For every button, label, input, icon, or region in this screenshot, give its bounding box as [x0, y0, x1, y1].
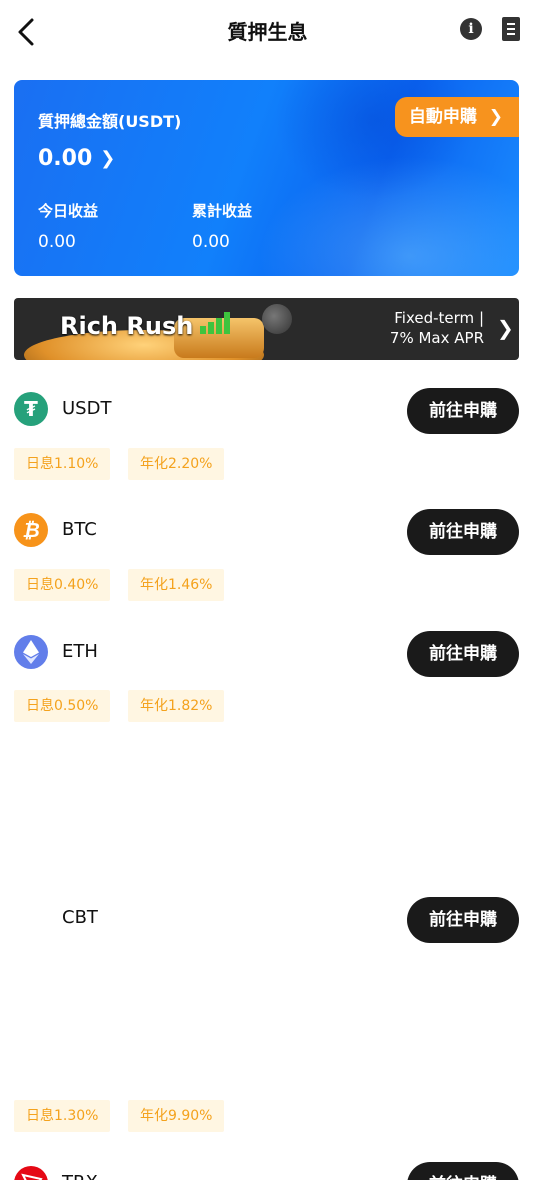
banner-title: Rich Rush — [60, 312, 194, 340]
subscribe-button-btc[interactable]: 前往申購 — [407, 509, 519, 555]
ethereum-icon — [14, 635, 48, 669]
subscribe-button-trx[interactable]: 前往申購 — [407, 1162, 519, 1180]
coin-row-cbt: CBT 前往申購 — [0, 897, 535, 943]
tether-icon: ₮ — [14, 392, 48, 426]
chart-bars-icon — [200, 312, 230, 334]
coin-row-btc: ₿ BTC 前往申購 — [0, 509, 535, 555]
chevron-right-icon: ❯ — [100, 148, 116, 169]
annual-rate-badge: 年化9.90% — [128, 1100, 225, 1132]
coin-row-eth: ETH 前往申購 — [0, 631, 535, 677]
coin-icon — [262, 304, 292, 334]
total-staked-link[interactable]: 0.00 ❯ — [38, 146, 115, 171]
banner-description: Fixed-term | 7% Max APR — [389, 309, 484, 347]
today-earnings-label: 今日收益 — [38, 202, 99, 220]
chevron-right-icon: ❯ — [488, 107, 503, 127]
daily-rate-badge: 日息1.30% — [14, 1100, 111, 1132]
auto-subscribe-button[interactable]: 自動申購 ❯ — [394, 97, 519, 137]
page-title: 質押生息 — [227, 20, 308, 44]
coin-name: CBT — [62, 907, 98, 928]
total-staked-label: 質押總金額(USDT) — [38, 112, 182, 131]
chevron-right-icon: ❯ — [497, 316, 514, 340]
info-icon[interactable]: i — [460, 18, 482, 40]
subscribe-button-usdt[interactable]: 前往申購 — [407, 388, 519, 434]
coin-name: ETH — [62, 641, 98, 662]
annual-rate-badge: 年化2.20% — [128, 448, 225, 480]
daily-rate-badge: 日息0.40% — [14, 569, 111, 601]
annual-rate-badge: 年化1.82% — [128, 690, 225, 722]
coin-name: USDT — [62, 398, 112, 419]
coin-row-usdt: ₮ USDT 前往申購 — [0, 388, 535, 434]
rich-rush-banner[interactable]: Rich Rush Fixed-term | 7% Max APR ❯ — [14, 298, 519, 360]
staking-summary-card: 質押總金額(USDT) 0.00 ❯ 自動申購 ❯ 今日收益 0.00 累計收益… — [14, 80, 519, 276]
subscribe-button-eth[interactable]: 前往申購 — [407, 631, 519, 677]
top-bar: 質押生息 i — [0, 0, 535, 64]
coin-row-trx: TRX 前往申購 — [0, 1162, 535, 1180]
daily-rate-badge: 日息1.10% — [14, 448, 111, 480]
records-icon[interactable] — [502, 17, 520, 41]
subscribe-button-cbt[interactable]: 前往申購 — [407, 897, 519, 943]
today-earnings-value: 0.00 — [38, 232, 76, 252]
daily-rate-badge: 日息0.50% — [14, 690, 111, 722]
annual-rate-badge: 年化1.46% — [128, 569, 225, 601]
total-staked-value: 0.00 — [38, 146, 93, 171]
coin-name: TRX — [62, 1172, 98, 1180]
tron-icon — [14, 1166, 48, 1180]
coin-name: BTC — [62, 519, 97, 540]
bitcoin-icon: ₿ — [14, 513, 48, 547]
cumulative-earnings-value: 0.00 — [192, 232, 230, 252]
cumulative-earnings-label: 累計收益 — [192, 202, 253, 220]
